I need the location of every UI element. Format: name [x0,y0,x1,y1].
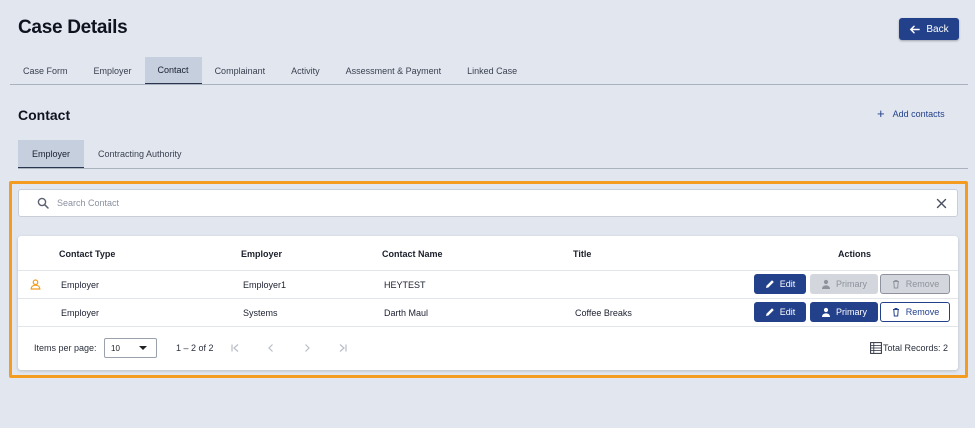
person-icon [822,307,830,317]
cell-employer: Employer1 [243,280,287,290]
primary-button-label: Primary [836,279,867,289]
edit-button-label: Edit [779,279,796,289]
row-divider [18,326,958,327]
tab-contact[interactable]: Contact [144,57,202,84]
cell-employer: Systems [243,308,278,318]
remove-button-label: Remove [905,307,940,317]
pencil-icon [765,308,774,316]
person-icon [822,279,830,289]
cell-contact-type: Employer [61,308,100,318]
chevron-down-icon [139,346,147,350]
tab-case-form[interactable]: Case Form [10,57,81,84]
contacts-table: Contact Type Employer Contact Name Title… [18,236,958,370]
search-icon [37,197,49,209]
column-header-employer: Employer [241,249,283,259]
add-contacts-label: Add contacts [892,109,945,119]
chevron-right-icon[interactable] [302,343,312,353]
remove-button-label: Remove [905,279,940,289]
primary-button[interactable]: Primary [810,302,878,322]
row-divider [18,298,958,299]
subtab-employer[interactable]: Employer [18,140,85,168]
total-records: Total Records: 2 [883,343,949,353]
primary-button: Primary [810,274,878,294]
column-header-contact-name: Contact Name [382,249,443,259]
tab-employer[interactable]: Employer [81,57,145,84]
trash-icon [892,308,899,317]
tab-complainant[interactable]: Complainant [202,57,279,84]
edit-button[interactable]: Edit [754,302,806,322]
case-tabs: Case Form Employer Contact Complainant A… [10,57,968,85]
row-divider [18,270,958,271]
close-icon[interactable] [936,198,947,209]
cell-contact-type: Employer [61,280,100,290]
chevron-left-icon[interactable] [266,343,276,353]
column-header-title: Title [573,249,592,259]
first-page-icon[interactable] [230,343,240,353]
add-contacts-button[interactable]: + Add contacts [877,106,945,121]
page-title: Case Details [18,17,128,38]
subtab-contracting-authority[interactable]: Contracting Authority [84,140,196,168]
last-page-icon[interactable] [338,343,348,353]
page-size-select[interactable]: 10 [104,338,157,358]
primary-button-label: Primary [836,307,867,317]
trash-icon [892,280,899,289]
page-size-value: 10 [111,343,120,353]
tab-assessment-payment[interactable]: Assessment & Payment [333,57,455,84]
cell-title: Coffee Breaks [575,308,632,318]
edit-button-label: Edit [779,307,796,317]
person-icon [30,279,41,290]
cell-contact-name: Darth Maul [384,308,429,318]
items-per-page-label: Items per page: [34,343,97,353]
column-header-contact-type: Contact Type [59,249,116,259]
column-header-actions: Actions [838,249,872,259]
remove-button[interactable]: Remove [880,302,950,322]
plus-icon: + [877,106,885,121]
table-icon [870,342,882,354]
search-input[interactable] [57,198,917,208]
contact-subtabs: Employer Contracting Authority [18,140,968,169]
search-box [18,189,958,217]
edit-button[interactable]: Edit [754,274,806,294]
back-button-label: Back [926,23,949,35]
section-title: Contact [18,107,71,123]
arrow-left-icon [910,25,921,33]
pencil-icon [765,280,774,288]
page-range: 1 – 2 of 2 [176,343,214,353]
remove-button: Remove [880,274,950,294]
tab-activity[interactable]: Activity [278,57,333,84]
cell-contact-name: HEYTEST [384,280,426,290]
tab-linked-case[interactable]: Linked Case [454,57,530,84]
back-button[interactable]: Back [899,18,959,40]
